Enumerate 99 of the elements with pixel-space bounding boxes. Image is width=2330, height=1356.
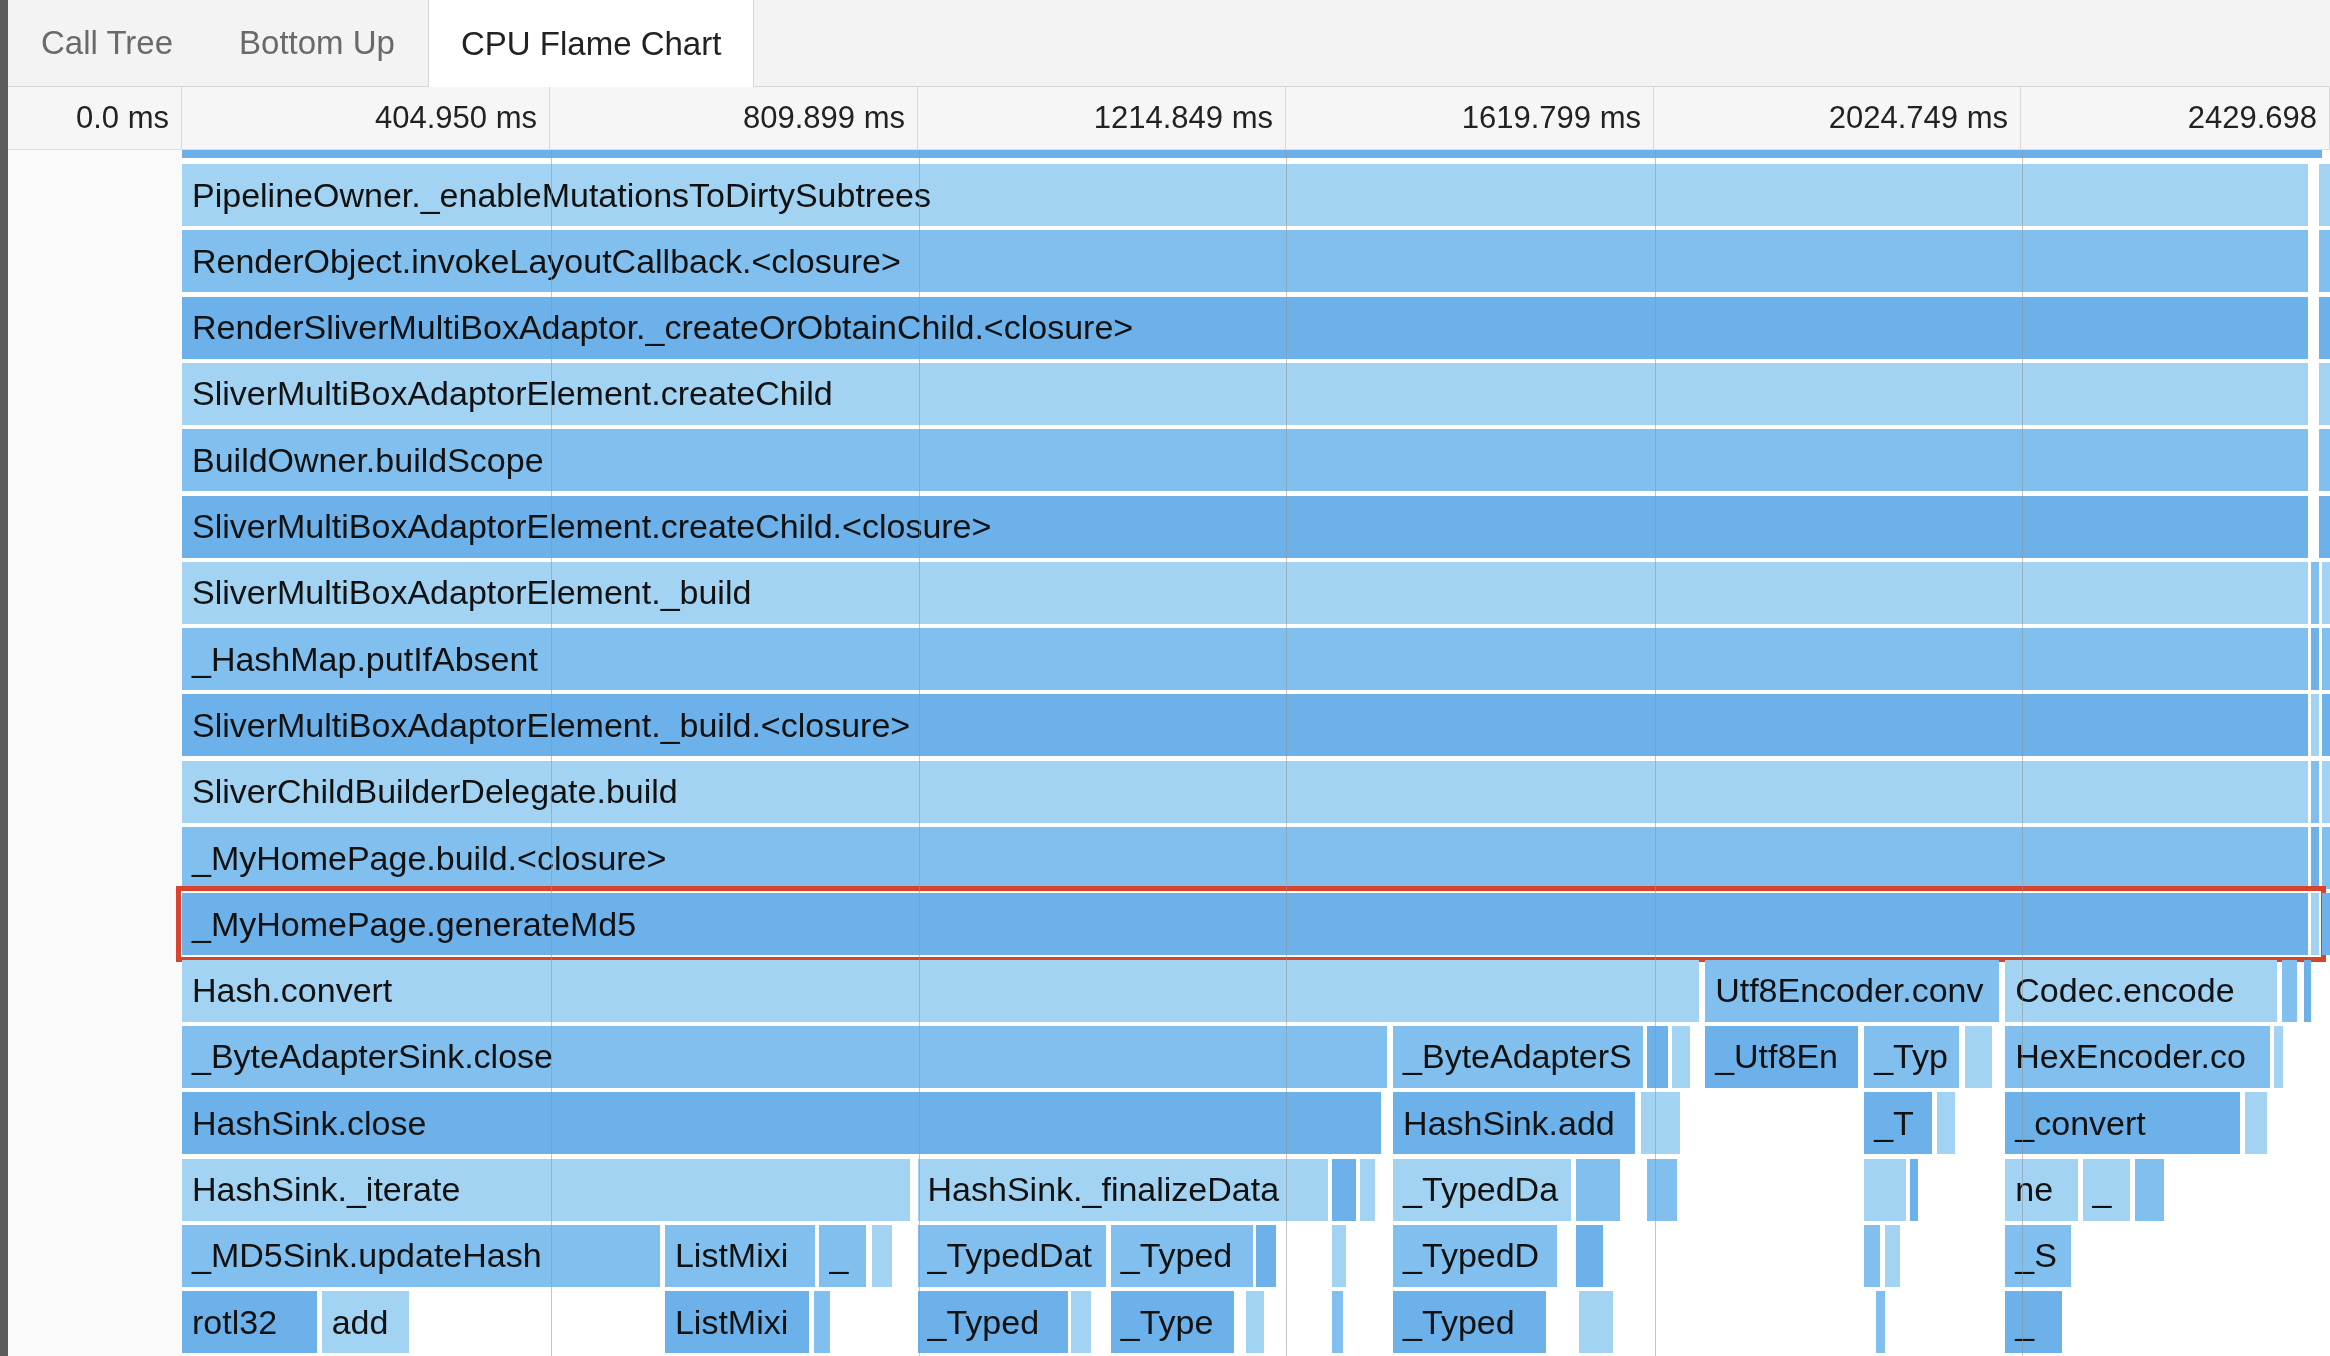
flame-frame bbox=[2318, 362, 2330, 425]
flame-frame bbox=[2321, 561, 2330, 624]
flame-frame bbox=[2318, 164, 2330, 226]
flame-frame bbox=[2321, 893, 2330, 956]
flame-frame bbox=[1332, 1224, 1346, 1287]
flame-frame bbox=[1578, 1291, 1613, 1354]
tab[interactable]: Call Tree bbox=[8, 0, 207, 86]
flame-frame bbox=[1876, 1291, 1885, 1354]
flame-frame bbox=[2304, 959, 2312, 1022]
flame-frame bbox=[1332, 1158, 1356, 1221]
time-label: 404.950 ms bbox=[182, 87, 550, 149]
flame-frame[interactable]: SliverMultiBoxAdaptorElement._build bbox=[182, 561, 2309, 624]
flame-frame[interactable]: add bbox=[321, 1291, 410, 1354]
flame-frame[interactable]: _S bbox=[2005, 1224, 2071, 1287]
flame-frame[interactable]: PipelineOwner._enableMutationsToDirtySubtrees bbox=[182, 164, 2309, 226]
flame-frame bbox=[2244, 1092, 2267, 1155]
flame-frame bbox=[1245, 1291, 1264, 1354]
flame-frame[interactable]: _Type bbox=[1110, 1291, 1235, 1354]
flame-frame bbox=[2311, 893, 2319, 956]
flame-frame[interactable]: _T bbox=[1864, 1092, 1933, 1155]
flame-frame[interactable]: _Utf8En bbox=[1705, 1025, 1859, 1088]
flame-frame[interactable]: _ bbox=[819, 1224, 866, 1287]
flame-frame bbox=[2311, 760, 2319, 823]
flame-frame[interactable]: RenderSliverMultiBoxAdaptor._createOrObtainChild.<closure> bbox=[182, 296, 2309, 359]
flame-frame[interactable]: SliverChildBuilderDelegate.build bbox=[182, 760, 2309, 823]
flame-frame bbox=[813, 1291, 830, 1354]
flame-frame[interactable]: HexEncoder.co bbox=[2005, 1025, 2270, 1088]
time-label: 2429.698 bbox=[2021, 87, 2330, 149]
flame-frame bbox=[1672, 1025, 1691, 1088]
flame-frame bbox=[1647, 1025, 1668, 1088]
flame-frame bbox=[1864, 1158, 1906, 1221]
flame-frame bbox=[2318, 429, 2330, 492]
flame-frame bbox=[2311, 561, 2319, 624]
flame-frame[interactable]: ne bbox=[2005, 1158, 2079, 1221]
flame-frame[interactable]: _MyHomePage.build.<closure> bbox=[182, 827, 2309, 889]
flame-frame[interactable]: rotl32 bbox=[182, 1291, 318, 1354]
flame-frame[interactable]: _Typ bbox=[1864, 1025, 1960, 1088]
time-label: 2024.749 ms bbox=[1654, 87, 2021, 149]
flame-frame bbox=[2311, 827, 2319, 889]
time-label: 1214.849 ms bbox=[918, 87, 1286, 149]
flame-frame[interactable]: Codec.encode bbox=[2005, 959, 2278, 1022]
flame-frame bbox=[871, 1224, 893, 1287]
flame-frame bbox=[2321, 827, 2330, 889]
flame-frame[interactable]: _ bbox=[2005, 1291, 2062, 1354]
flame-frame[interactable]: _convert bbox=[2005, 1092, 2241, 1155]
flame-frame[interactable]: _MyHomePage.generateMd5 bbox=[182, 893, 2309, 956]
flame-frame bbox=[1360, 1158, 1376, 1221]
flame-frame bbox=[2281, 959, 2297, 1022]
flame-frame[interactable]: _Typed bbox=[1393, 1291, 1547, 1354]
flame-frame[interactable]: _ bbox=[2082, 1158, 2131, 1221]
flame-frame bbox=[2318, 230, 2330, 293]
flame-frame bbox=[1332, 1291, 1343, 1354]
flame-frame[interactable]: _Typed bbox=[1110, 1224, 1254, 1287]
flame-frame[interactable]: _HashMap.putIfAbsent bbox=[182, 628, 2309, 691]
flame-frame[interactable]: SliverMultiBoxAdaptorElement._build.<closure> bbox=[182, 694, 2309, 757]
flame-frame bbox=[1575, 1158, 1621, 1221]
flame-frame bbox=[2274, 1025, 2284, 1088]
flame-frame[interactable]: Utf8Encoder.conv bbox=[1705, 959, 2000, 1022]
flame-frame bbox=[1884, 1224, 1900, 1287]
flame-frame bbox=[1070, 1291, 1092, 1354]
flame-frame bbox=[1864, 1224, 1881, 1287]
flame-frame bbox=[2321, 760, 2330, 823]
tab[interactable]: Bottom Up bbox=[206, 0, 428, 86]
flame-frame[interactable]: _TypedD bbox=[1393, 1224, 1557, 1287]
tab[interactable]: CPU Flame Chart bbox=[427, 0, 755, 87]
flame-frame[interactable]: HashSink._finalizeData bbox=[917, 1158, 1328, 1221]
flame-frame bbox=[1936, 1092, 1955, 1155]
flame-frame bbox=[2318, 495, 2330, 558]
flame-frame bbox=[1575, 1224, 1603, 1287]
flame-frame bbox=[1647, 1158, 1677, 1221]
flame-frame[interactable]: _TypedDa bbox=[1393, 1158, 1572, 1221]
flame-frame bbox=[1965, 1025, 1992, 1088]
flame-frame[interactable]: HashSink.add bbox=[1393, 1092, 1636, 1155]
flame-frame bbox=[2318, 296, 2330, 359]
flame-frame bbox=[1256, 1224, 1276, 1287]
flame-frame[interactable]: _MD5Sink.updateHash bbox=[182, 1224, 661, 1287]
flame-frame bbox=[2321, 628, 2330, 691]
flame-frame[interactable]: RenderObject.invokeLayoutCallback.<closure> bbox=[182, 230, 2309, 293]
flame-frame[interactable]: HashSink._iterate bbox=[182, 1158, 911, 1221]
flame-frame bbox=[1910, 1158, 1918, 1221]
flame-frame bbox=[2311, 694, 2319, 757]
flame-frame[interactable]: SliverMultiBoxAdaptorElement.createChild.<closure> bbox=[182, 495, 2309, 558]
flame-frame[interactable]: HashSink.close bbox=[182, 1092, 1382, 1155]
flame-frame bbox=[2311, 628, 2319, 691]
flame-frame bbox=[2134, 1158, 2165, 1221]
flame-frame bbox=[1641, 1092, 1680, 1155]
flame-frame[interactable]: _TypedDat bbox=[917, 1224, 1107, 1287]
flame-frame[interactable]: _ByteAdapterSink.close bbox=[182, 1025, 1388, 1088]
flame-frame[interactable]: SliverMultiBoxAdaptorElement.createChild bbox=[182, 362, 2309, 425]
flame-frame[interactable]: ListMixi bbox=[664, 1224, 815, 1287]
flame-frame[interactable]: _Typed bbox=[917, 1291, 1068, 1354]
flame-frame[interactable]: _ByteAdapterS bbox=[1393, 1025, 1643, 1088]
time-label: 809.899 ms bbox=[550, 87, 918, 149]
flame-frame[interactable]: BuildOwner.buildScope bbox=[182, 429, 2309, 492]
flame-frame bbox=[2321, 694, 2330, 757]
time-label: 1619.799 ms bbox=[1286, 87, 1654, 149]
flame-frame[interactable]: Hash.convert bbox=[182, 959, 1700, 1022]
flame-frame[interactable]: ListMixi bbox=[664, 1291, 810, 1354]
time-label: 0.0 ms bbox=[8, 87, 182, 149]
